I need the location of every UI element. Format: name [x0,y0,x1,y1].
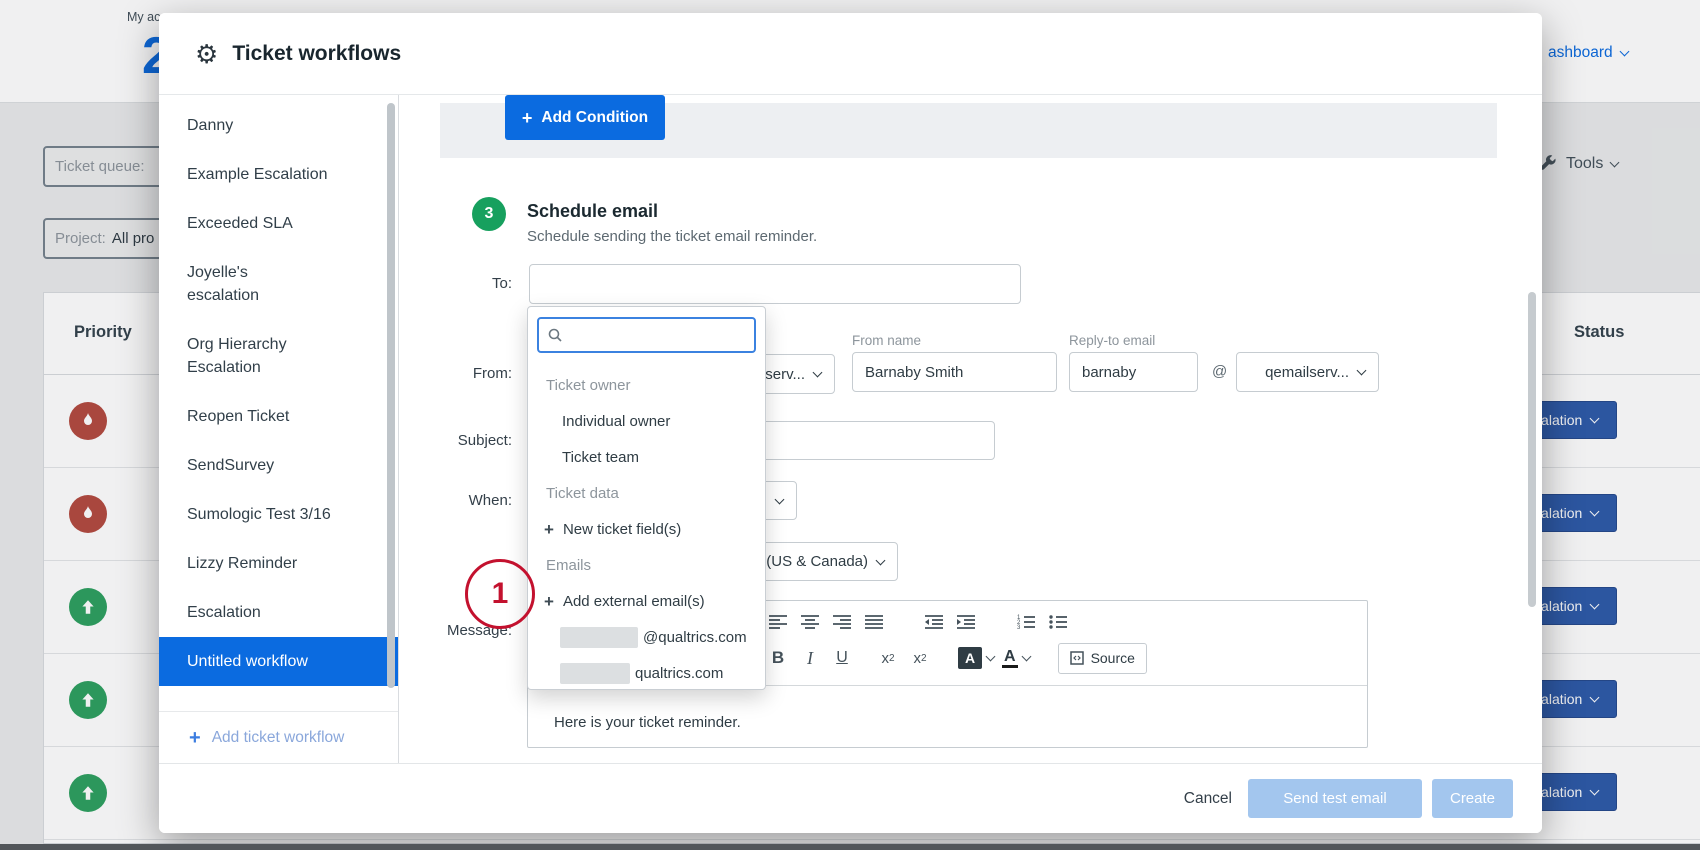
at-sign: @ [1212,363,1227,380]
group-emails: Emails [528,547,765,583]
option-add-external-email[interactable]: + Add external email(s) [528,583,765,619]
dropdown-search-box[interactable] [537,317,756,353]
step-title: Schedule email [527,201,658,222]
subscript-icon[interactable]: x2 [876,645,900,671]
sidebar-item-exceeded-sla[interactable]: Exceeded SLA [159,199,398,248]
editor-body-text[interactable]: Here is your ticket reminder. [528,686,1367,731]
bullet-list-icon[interactable] [1046,609,1070,635]
add-condition-button[interactable]: + Add Condition [505,95,665,140]
chevron-down-icon [813,368,823,378]
italic-button[interactable]: I [798,645,822,671]
source-icon [1070,651,1084,665]
from-name-label: From name [852,333,921,348]
svg-text:3: 3 [1017,625,1021,630]
subject-label: Subject: [440,432,512,449]
group-ticket-data: Ticket data [528,475,765,511]
send-test-email-button[interactable]: Send test email [1248,779,1422,818]
workflow-sidebar: Danny Example Escalation Exceeded SLA Jo… [159,95,399,763]
from-label: From: [450,365,512,382]
to-input-field[interactable] [530,265,1020,303]
source-button[interactable]: Source [1058,643,1147,674]
chevron-down-icon [1021,652,1031,662]
annotation-number: 1 [492,577,509,611]
ticket-workflows-modal: ⚙ Ticket workflows Danny Example Escalat… [159,13,1542,833]
text-color-icon: A [1002,648,1018,669]
sidebar-item-untitled-workflow[interactable]: Untitled workflow [159,637,398,686]
option-new-ticket-field[interactable]: + New ticket field(s) [528,511,765,547]
outdent-icon[interactable] [922,609,946,635]
to-label: To: [470,275,512,292]
sidebar-item-reopen-ticket[interactable]: Reopen Ticket [159,392,398,441]
sidebar-item-escalation[interactable]: Escalation [159,588,398,637]
superscript-icon[interactable]: x2 [908,645,932,671]
to-recipient-dropdown: Ticket owner Individual owner Ticket tea… [527,306,766,690]
redacted-text-block [560,627,638,648]
chevron-down-icon [1357,366,1367,376]
align-center-icon[interactable] [798,609,822,635]
sidebar-item-sendsurvey[interactable]: SendSurvey [159,441,398,490]
sidebar-scrollbar[interactable] [387,103,395,688]
group-ticket-owner: Ticket owner [528,367,765,403]
create-button[interactable]: Create [1432,779,1513,818]
sidebar-item-org-hierarchy-escalation[interactable]: Org Hierarchy Escalation [159,320,398,392]
align-left-icon[interactable] [766,609,790,635]
align-justify-icon[interactable] [862,609,886,635]
modal-title: Ticket workflows [232,42,401,66]
background-color-button[interactable]: A [958,645,994,671]
sidebar-item-sumologic-test[interactable]: Sumologic Test 3/16 [159,490,398,539]
annotation-circle-1: 1 [465,559,535,629]
modal-header: ⚙ Ticket workflows [159,13,1542,95]
chevron-down-icon [775,494,785,504]
workflow-list: Danny Example Escalation Exceeded SLA Jo… [159,95,398,686]
background-color-icon: A [958,647,982,669]
dropdown-search-input[interactable] [569,327,768,344]
bottom-edge-strip [0,844,1700,850]
reply-to-input-field[interactable] [1070,353,1197,391]
from-name-input[interactable] [852,352,1057,392]
chevron-down-icon [986,652,996,662]
when-label: When: [450,492,512,509]
screen: My ac 2 ashboard Ticket queue: Project: … [0,0,1700,850]
domain-select[interactable]: qemailserv... [1236,352,1379,392]
numbered-list-icon[interactable]: 123 [1014,609,1038,635]
option-ticket-team[interactable]: Ticket team [528,439,765,475]
dropdown-option-list: Ticket owner Individual owner Ticket tea… [528,367,765,691]
gear-icon: ⚙ [195,41,218,67]
option-email-2[interactable]: qualtrics.com [528,655,765,691]
sidebar-item-example-escalation[interactable]: Example Escalation [159,150,398,199]
step-subtitle: Schedule sending the ticket email remind… [527,228,817,245]
reply-to-input[interactable] [1069,352,1198,392]
cancel-button[interactable]: Cancel [1184,790,1232,808]
plus-icon: + [544,593,554,610]
from-name-input-field[interactable] [853,353,1056,391]
modal-scrollbar[interactable] [1528,292,1536,607]
search-icon [547,327,563,343]
plus-icon: + [544,521,554,538]
option-email-1[interactable]: @qualtrics.com [528,619,765,655]
reply-to-label: Reply-to email [1069,333,1155,348]
text-color-button[interactable]: A [1002,645,1030,671]
align-right-icon[interactable] [830,609,854,635]
sidebar-item-joyelles-escalation[interactable]: Joyelle's escalation [159,248,398,320]
add-ticket-workflow-button[interactable]: + Add ticket workflow [159,711,398,763]
sidebar-item-danny[interactable]: Danny [159,101,398,150]
modal-footer: Cancel Send test email Create [159,763,1542,833]
step-number-badge: 3 [472,197,506,231]
option-individual-owner[interactable]: Individual owner [528,403,765,439]
to-input[interactable] [529,264,1021,304]
bold-button[interactable]: B [766,645,790,671]
underline-button[interactable]: U [830,645,854,671]
plus-icon: + [522,109,533,127]
indent-icon[interactable] [954,609,978,635]
chevron-down-icon [876,555,886,565]
redacted-text-block [560,663,630,684]
sidebar-item-lizzy-reminder[interactable]: Lizzy Reminder [159,539,398,588]
plus-icon: + [189,728,201,748]
